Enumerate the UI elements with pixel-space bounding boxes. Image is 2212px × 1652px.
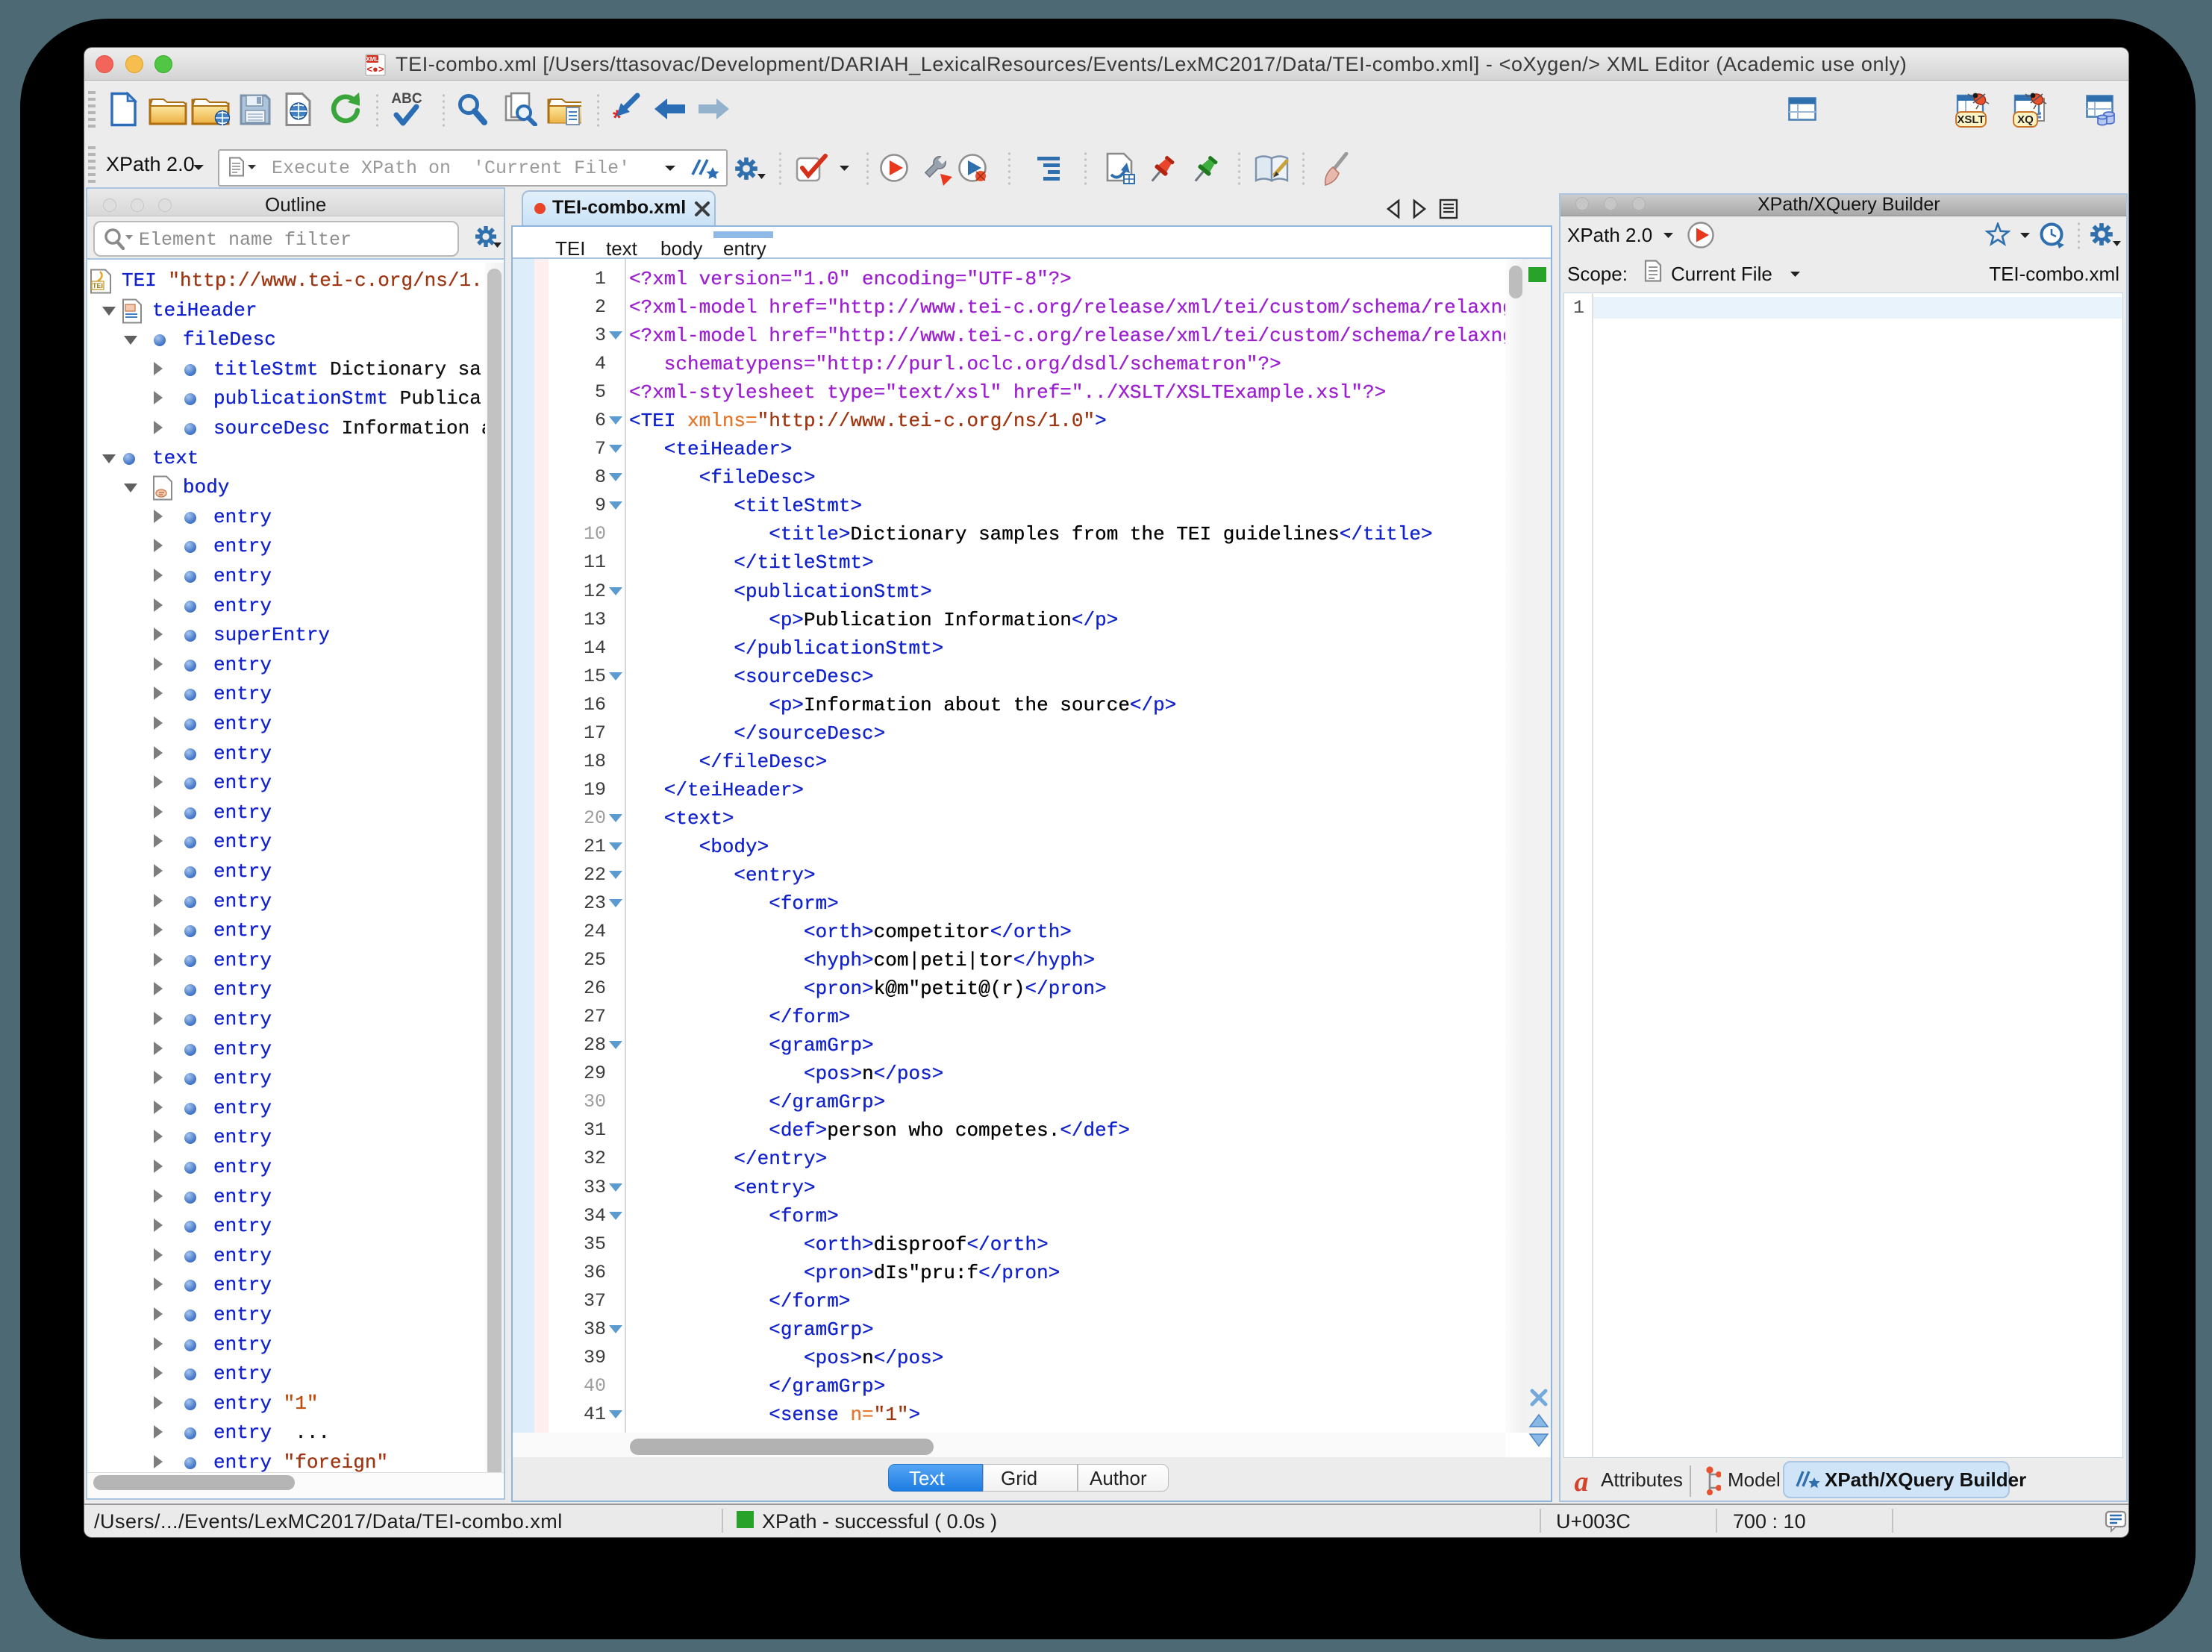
svg-text:a: a — [1575, 1467, 1589, 1497]
svg-text:XML: XML — [366, 56, 379, 63]
svg-text:ABC: ABC — [391, 91, 422, 107]
svg-text:XSLT: XSLT — [1957, 113, 1984, 126]
svg-text:TEI: TEI — [93, 282, 103, 290]
svg-text:<●>: <●> — [366, 63, 384, 75]
svg-text:XQ: XQ — [2017, 113, 2034, 126]
